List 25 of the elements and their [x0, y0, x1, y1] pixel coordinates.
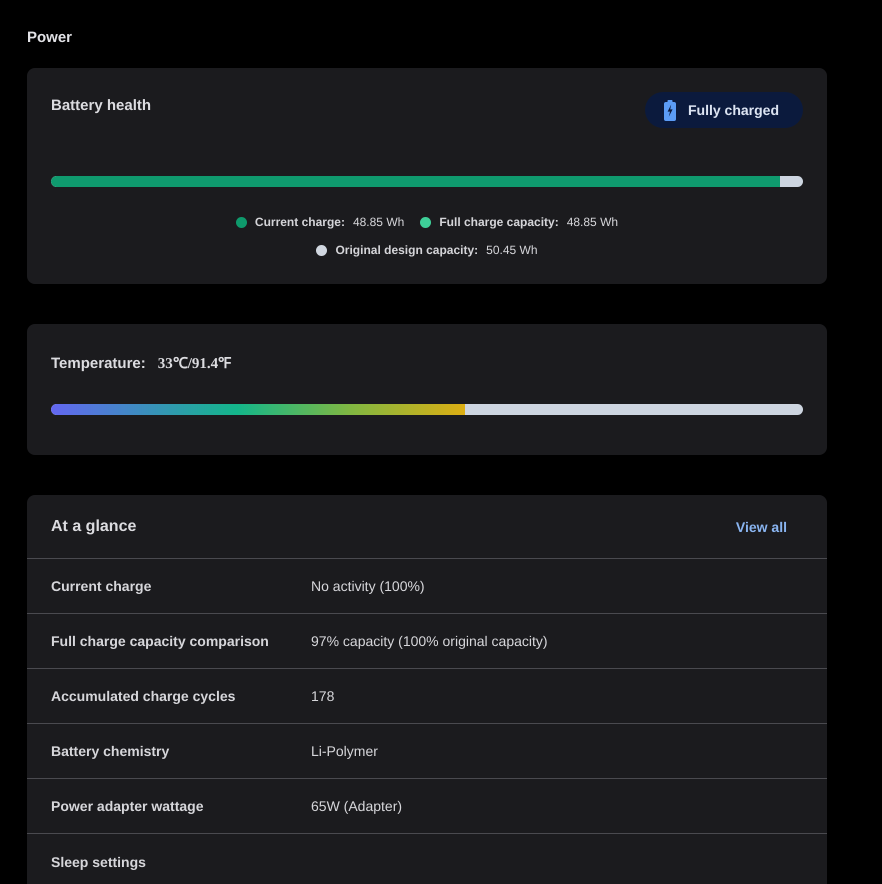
view-all-link[interactable]: View all: [736, 516, 787, 536]
row-value: No activity (100%): [311, 577, 426, 596]
row-value: 97% capacity (100% original capacity): [311, 632, 549, 651]
page-title: Power: [27, 29, 74, 47]
row-label: Battery chemistry: [51, 742, 170, 761]
badge-label: Fully charged: [688, 101, 779, 120]
row-label: Full charge capacity comparison: [51, 632, 270, 651]
row-value: Li-Polymer: [311, 742, 379, 761]
legend-value: 48.85 Wh: [566, 214, 618, 230]
row-label: Accumulated charge cycles: [51, 687, 236, 706]
row-label: Power adapter wattage: [51, 797, 204, 816]
section-title: At a glance: [51, 516, 136, 536]
row-label: Sleep settings: [51, 852, 147, 872]
row-value: 178: [311, 687, 336, 706]
temperature-label: Temperature:: [51, 354, 146, 374]
legend-label: Full charge capacity:: [439, 214, 559, 230]
legend-value: 50.45 Wh: [486, 242, 538, 258]
legend-label: Original design capacity:: [335, 242, 478, 258]
temperature-value: 33℃/91.4℉: [158, 354, 232, 374]
legend-value: 48.85 Wh: [352, 214, 404, 230]
row-value: 65W (Adapter): [311, 797, 404, 816]
section-title: Battery health: [51, 97, 152, 115]
battery-charging-icon: [664, 100, 676, 120]
row-label: Current charge: [51, 577, 152, 596]
legend-label: Current charge:: [254, 214, 345, 230]
